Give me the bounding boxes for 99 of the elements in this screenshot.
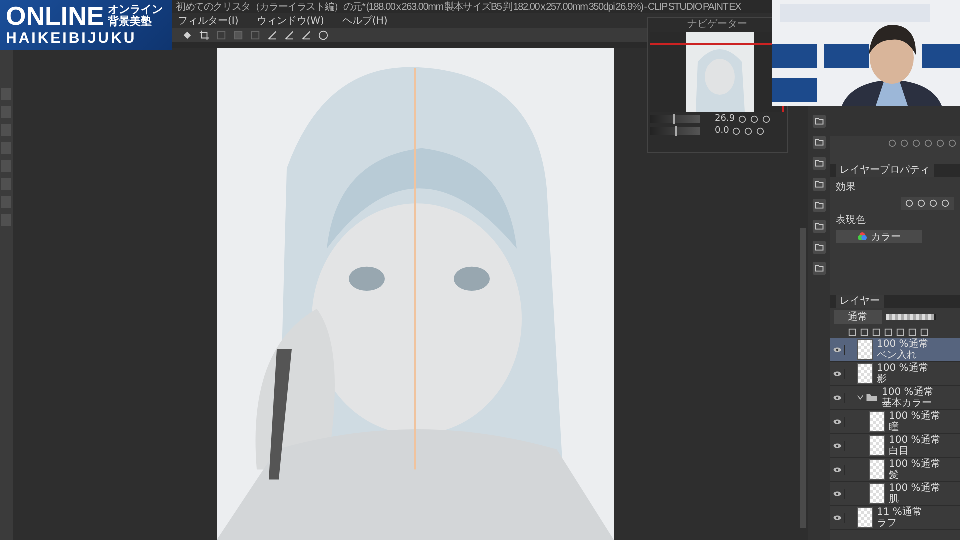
pen-icon[interactable] [301,30,312,40]
layer-thumbnail [869,459,885,480]
layer-thumbnail [857,363,873,384]
logo-text: ONLINE [6,2,104,30]
square-icon[interactable] [896,328,905,336]
rotation-slider-handle[interactable] [675,126,677,136]
layer-info: 100 %通常 [889,458,941,470]
folder-icon[interactable] [812,135,826,150]
square-icon[interactable] [884,328,893,336]
layer-name: 基本カラー [882,398,933,408]
layer-name: 肌 [889,494,900,504]
square-icon[interactable] [848,328,857,336]
layer-name: 白目 [889,446,910,456]
layer-row[interactable]: 100 %通常 髪 [830,458,960,482]
circle-icon[interactable] [924,139,933,148]
layer-thumbnail [857,507,873,528]
layer-thumbnail [869,435,885,456]
layer-name: ペン入れ [877,350,918,360]
square-icon[interactable] [908,328,917,336]
circle-icon[interactable] [744,126,754,136]
square-icon[interactable] [872,328,881,336]
folder-icon [866,393,878,402]
layer-thumbnail [857,339,873,360]
layer-thumbnail [869,411,885,432]
logo-text: オンライン [108,4,164,16]
eye-icon [832,394,842,400]
circle-icon[interactable] [941,199,950,208]
crop-icon[interactable] [199,30,210,40]
layer-row[interactable]: 100 %通常 ペン入れ [830,338,960,362]
eye-icon [832,442,842,448]
layer-info: 100 %通常 [877,362,929,374]
layer-row[interactable]: 11 %通常 ラフ [830,506,960,530]
circle-icon[interactable] [948,139,957,148]
opacity-slider[interactable] [886,314,936,320]
circle-icon[interactable] [912,139,921,148]
circle-icon[interactable] [732,126,742,136]
layer-info: 100 %通常 [882,386,934,398]
circle-icon[interactable] [917,199,926,208]
blend-mode-dropdown[interactable]: 通常 [834,310,882,324]
folder-icon[interactable] [812,219,826,234]
layer-info: 11 %通常 [877,506,922,518]
square-icon[interactable] [920,328,929,336]
layer-info: 100 %通常 [889,434,941,446]
circle-icon[interactable] [900,139,909,148]
circle-icon[interactable] [750,114,760,124]
pen-icon[interactable] [284,30,295,40]
zoom-slider-handle[interactable] [672,114,674,124]
circle-icon[interactable] [888,139,897,148]
layer-row[interactable]: 100 %通常 瞳 [830,410,960,434]
rotation-value: 0.0 [715,126,730,136]
square-icon[interactable] [860,328,869,336]
section-label: 効果 [836,180,857,194]
layer-row[interactable]: 100 %通常 白目 [830,434,960,458]
scrollbar[interactable] [800,228,806,528]
eye-icon [832,346,842,352]
menu-item[interactable]: ヘルプ(H) [342,14,388,28]
layer-name: 髪 [889,470,900,480]
layer-row[interactable]: 100 %通常 影 [830,362,960,386]
panel-title: ナビゲーター [688,19,748,30]
circle-icon[interactable] [762,114,772,124]
eye-icon [832,370,842,376]
folder-icon[interactable] [812,261,826,276]
eye-icon [832,514,842,520]
folder-icon[interactable] [812,240,826,255]
layer-info: 100 %通常 [889,482,941,494]
color-circles-icon [857,232,868,241]
pen-icon[interactable] [267,30,278,40]
layer-row[interactable]: 100 %通常 肌 [830,482,960,506]
circle-icon[interactable] [738,114,748,124]
circle-icon[interactable] [929,199,938,208]
window-title: 初めてのクリスタ（カラーイラスト編）の元* (188.00 x 263.00mm 製本サイズB5 判 182.00 x 257.00mm 350dpi 26.9%) - CLIP STUDIO PAINT EX [176,0,742,14]
panel-tab[interactable]: レイヤープロパティ [836,164,934,177]
folder-icon[interactable] [812,156,826,171]
caret-icon[interactable] [857,394,864,401]
menu-item[interactable]: ウィンドウ(W) [256,14,324,28]
circle-icon[interactable] [756,126,766,136]
eye-icon [832,466,842,472]
zoom-value: 26.9 [715,114,736,124]
folder-icon[interactable] [812,114,826,129]
logo-text: 背景美塾 [108,16,154,28]
logo-text: HAIKEIBIJUKU [6,30,138,47]
folder-icon[interactable] [812,177,826,192]
layer-row[interactable]: 100 %通常 基本カラー [830,386,960,410]
effect-buttons[interactable] [901,197,954,210]
layer-name: 影 [877,374,888,384]
circle-icon[interactable] [936,139,945,148]
eye-icon [832,418,842,424]
section-label: 表現色 [836,214,867,227]
layer-name: 瞳 [889,422,900,432]
layer-info: 100 %通常 [889,410,941,422]
menu-item[interactable]: フィルター(I) [178,14,239,28]
panel-tab[interactable]: レイヤー [836,295,884,308]
circle-icon[interactable] [905,199,914,208]
color-mode-dropdown[interactable]: カラー [836,230,922,243]
eye-icon [832,490,842,496]
folder-icon[interactable] [812,198,826,213]
layer-name: ラフ [877,518,898,528]
layer-info: 100 %通常 [877,338,929,350]
layer-thumbnail [869,483,885,504]
